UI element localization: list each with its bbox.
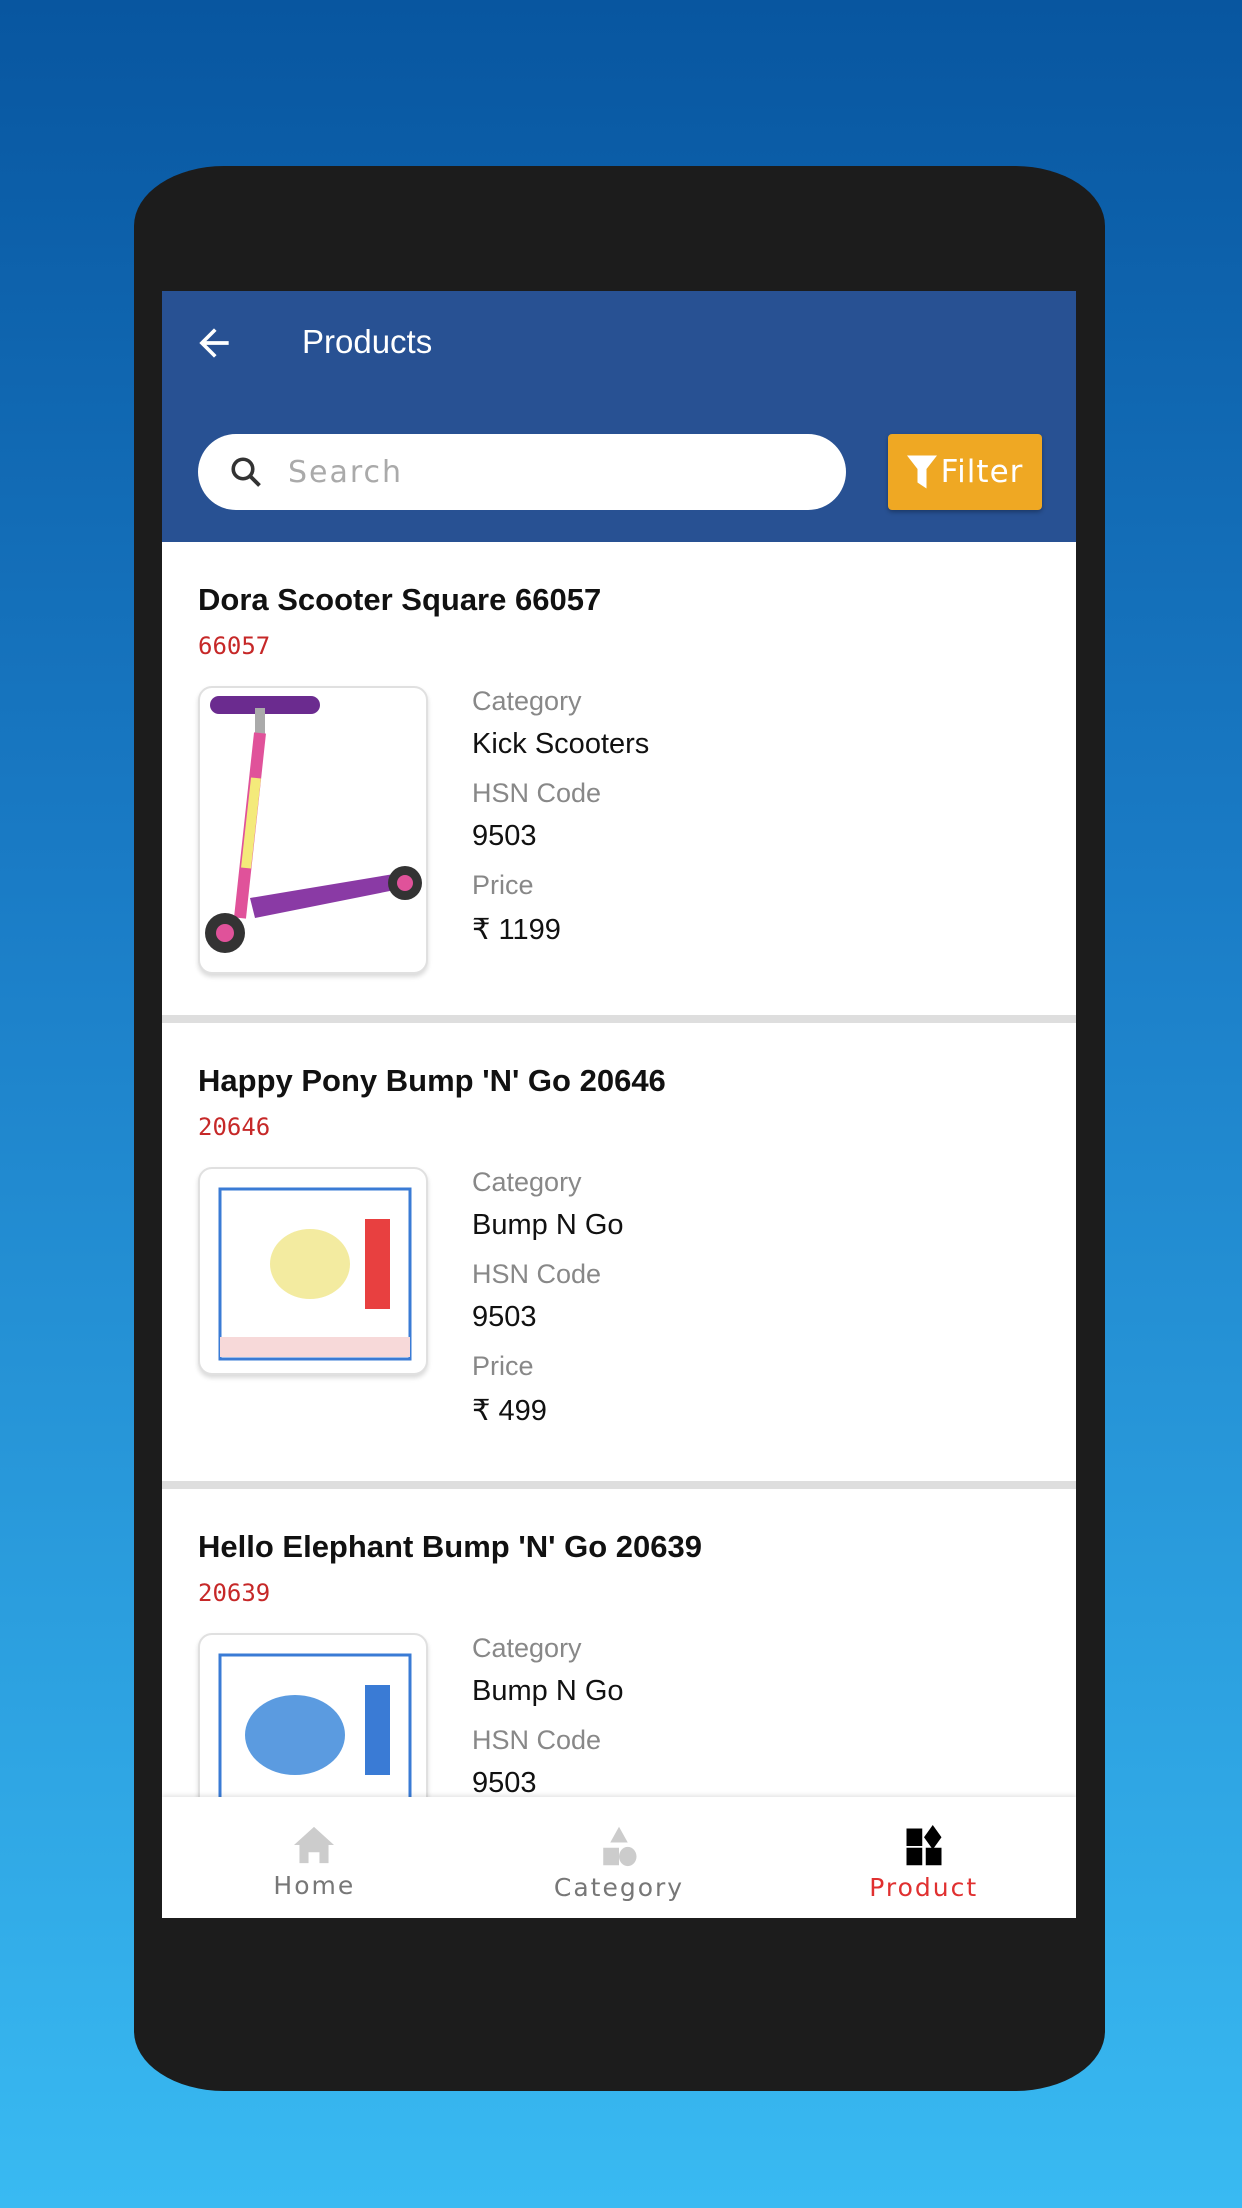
price-label: Price xyxy=(472,1351,534,1381)
product-name: Hello Elephant Bump 'N' Go 20639 xyxy=(198,1529,702,1564)
product-code: 66057 xyxy=(198,632,271,660)
product-card[interactable]: Dora Scooter Square 66057 66057 Category… xyxy=(162,542,1076,1023)
nav-category-label: Category xyxy=(553,1873,685,1902)
hsn-label: HSN Code xyxy=(472,1259,602,1289)
home-icon xyxy=(294,1826,335,1864)
product-details: Category Bump N Go HSN Code 9503 xyxy=(472,1633,624,1817)
hsn-label: HSN Code xyxy=(472,778,602,808)
nav-category[interactable]: Category xyxy=(467,1797,772,1918)
category-value: Kick Scooters xyxy=(472,728,650,760)
nav-product-label: Product xyxy=(869,1873,979,1902)
search-bar[interactable] xyxy=(198,434,846,510)
filter-label: Filter xyxy=(940,454,1024,490)
hsn-label: HSN Code xyxy=(472,1725,602,1755)
search-input[interactable] xyxy=(288,448,808,496)
search-icon xyxy=(231,457,261,487)
product-details: Category Kick Scooters HSN Code 9503 Pri… xyxy=(472,686,649,962)
filter-icon xyxy=(906,455,937,489)
price-value: ₹ 1199 xyxy=(472,914,561,946)
filter-button[interactable]: Filter xyxy=(888,434,1042,510)
product-code: 20639 xyxy=(198,1579,271,1607)
product-code: 20646 xyxy=(198,1113,271,1141)
category-label: Category xyxy=(472,1167,582,1197)
product-name: Happy Pony Bump 'N' Go 20646 xyxy=(198,1063,666,1098)
shapes-icon xyxy=(603,1826,637,1867)
product-image[interactable] xyxy=(198,1167,428,1375)
category-value: Bump N Go xyxy=(472,1209,624,1241)
arrow-left-icon[interactable] xyxy=(192,321,236,365)
app-bar: Products Filter xyxy=(162,291,1076,542)
nav-home-label: Home xyxy=(273,1871,356,1900)
category-label: Category xyxy=(472,686,582,716)
nav-product[interactable]: Product xyxy=(771,1797,1076,1918)
product-card[interactable]: Happy Pony Bump 'N' Go 20646 20646 Categ… xyxy=(162,1023,1076,1489)
hsn-value: 9503 xyxy=(472,820,537,852)
hsn-value: 9503 xyxy=(472,1301,537,1333)
widgets-icon xyxy=(906,1825,942,1866)
page-title: Products xyxy=(302,323,433,360)
pony-box-image xyxy=(218,1187,412,1361)
bottom-nav: Home Category Product xyxy=(162,1797,1076,1918)
category-label: Category xyxy=(472,1633,582,1663)
category-value: Bump N Go xyxy=(472,1675,624,1707)
price-value: ₹ 499 xyxy=(472,1395,547,1427)
price-label: Price xyxy=(472,870,534,900)
product-image[interactable] xyxy=(198,686,428,974)
product-details: Category Bump N Go HSN Code 9503 Price ₹… xyxy=(472,1167,624,1443)
app-screen: Products Filter Dora Scooter Square 6605… xyxy=(162,291,1076,1918)
nav-home[interactable]: Home xyxy=(162,1797,467,1918)
product-list[interactable]: Dora Scooter Square 66057 66057 Category… xyxy=(162,542,1076,1918)
product-name: Dora Scooter Square 66057 xyxy=(198,582,602,617)
scooter-image xyxy=(205,696,422,953)
